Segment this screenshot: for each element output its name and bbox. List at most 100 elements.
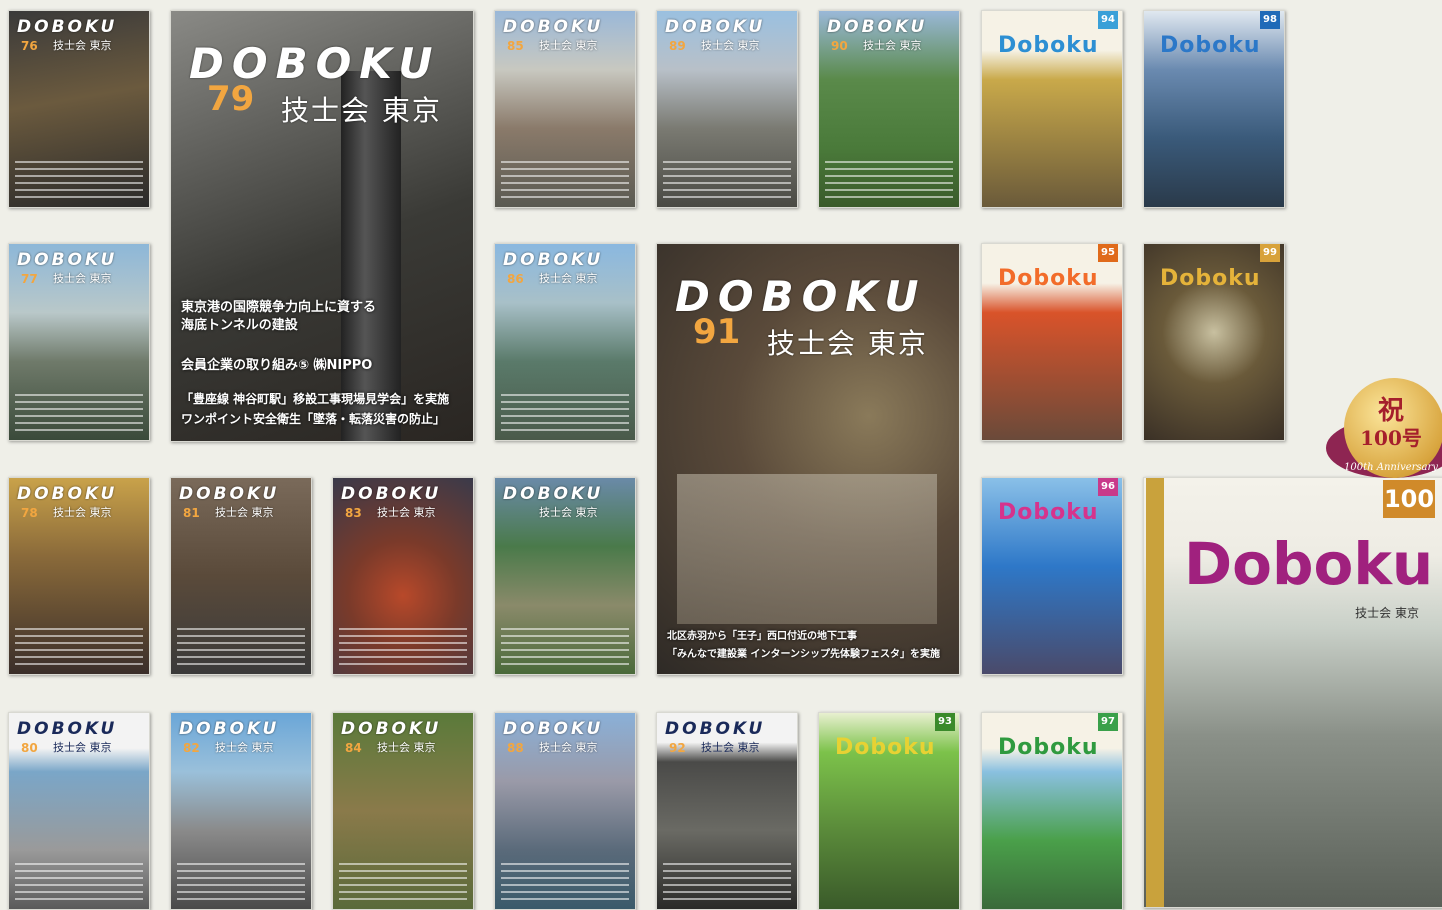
magazine-title: DOBOKU: [179, 484, 280, 504]
issue-number-tag: 95: [1098, 244, 1118, 262]
headline-1: 北区赤羽から「王子」西口付近の地下工事: [667, 631, 857, 642]
issue-number: 89: [669, 39, 686, 53]
issue-number: 90: [831, 39, 848, 53]
issue-number: 91: [693, 312, 741, 352]
magazine-subtitle: 技士会 東京: [53, 39, 112, 52]
magazine-subtitle: 技士会 東京: [701, 741, 760, 754]
magazine-subtitle: 技士会 東京: [281, 94, 442, 127]
issue-number: 83: [345, 506, 362, 520]
cover-issue-79[interactable]: DOBOKU 79 技士会 東京 東京港の国際競争力向上に資する 海底トンネルの…: [170, 10, 474, 442]
issue-number: 80: [21, 741, 38, 755]
magazine-title: DOBOKU: [179, 719, 280, 739]
magazine-title: DOBOKU: [341, 484, 442, 504]
magazine-title: DOBOKU: [17, 484, 118, 504]
anniversary-medal: 祝 100号 100th Anniversary: [1326, 378, 1442, 493]
headline-block: [339, 628, 467, 668]
tunnel-wall: [677, 474, 937, 624]
magazine-subtitle: 技士会 東京: [1355, 606, 1419, 620]
headline-block: [663, 161, 791, 201]
headline-block: [15, 863, 143, 903]
headline-2: 「みんなで建設業 インターンシップ先体験フェスタ」を実施: [667, 649, 940, 660]
issue-number: 84: [345, 741, 362, 755]
magazine-title: Doboku: [998, 266, 1099, 291]
magazine-title: DOBOKU: [827, 17, 928, 37]
cover-issue-91[interactable]: DOBOKU 91 技士会 東京 北区赤羽から「王子」西口付近の地下工事 「みん…: [656, 243, 960, 675]
issue-number: 79: [207, 79, 255, 119]
cover-issue-80[interactable]: DOBOKU 80 技士会 東京: [8, 712, 150, 910]
issue-number: 85: [507, 39, 524, 53]
headline-3: 会員企業の取り組み⑤ ㈱NIPPO: [181, 358, 373, 373]
cover-issue-93[interactable]: 93 Doboku: [818, 712, 960, 910]
magazine-title: Doboku: [998, 33, 1099, 58]
magazine-title: Doboku: [1160, 33, 1261, 58]
cover-issue-100[interactable]: Doboku 技士会 東京 100: [1143, 477, 1442, 908]
issue-number: 78: [21, 506, 38, 520]
magazine-subtitle: 技士会 東京: [53, 741, 112, 754]
magazine-title: DOBOKU: [665, 719, 766, 739]
cover-issue-98[interactable]: 98 Doboku: [1143, 10, 1285, 208]
magazine-subtitle: 技士会 東京: [215, 506, 274, 519]
issue-number: 92: [669, 741, 686, 755]
issue-number: 88: [507, 741, 524, 755]
cover-issue-95[interactable]: 95 Doboku: [981, 243, 1123, 441]
cover-issue-96[interactable]: 96 Doboku: [981, 477, 1123, 675]
issue-number-tag: 99: [1260, 244, 1280, 262]
cover-issue-85[interactable]: DOBOKU 85 技士会 東京: [494, 10, 636, 208]
cover-issue-82[interactable]: DOBOKU 82 技士会 東京: [170, 712, 312, 910]
cover-issue-81[interactable]: DOBOKU 81 技士会 東京: [170, 477, 312, 675]
magazine-subtitle: 技士会 東京: [53, 506, 112, 519]
cover-issue-94[interactable]: 94 Doboku: [981, 10, 1123, 208]
magazine-subtitle: 技士会 東京: [767, 327, 928, 360]
magazine-title: Doboku: [1160, 266, 1261, 291]
magazine-subtitle: 技士会 東京: [215, 741, 274, 754]
headline-2: 海底トンネルの建設: [181, 318, 298, 333]
cover-issue-97[interactable]: 97 Doboku: [981, 712, 1123, 910]
cover-issue-92[interactable]: DOBOKU 92 技士会 東京: [656, 712, 798, 910]
magazine-title: DOBOKU: [341, 719, 442, 739]
magazine-title: DOBOKU: [665, 17, 766, 37]
magazine-subtitle: 技士会 東京: [539, 39, 598, 52]
medal-text-issue: 100号: [1360, 426, 1422, 450]
cover-issue-88[interactable]: DOBOKU 88 技士会 東京: [494, 712, 636, 910]
headline-block: [15, 628, 143, 668]
headline-1: 東京港の国際競争力向上に資する: [181, 300, 377, 315]
magazine-title: Doboku: [835, 735, 936, 760]
magazine-title: Doboku: [998, 735, 1099, 760]
magazine-subtitle: 技士会 東京: [377, 506, 436, 519]
magazine-title: DOBOKU: [17, 719, 118, 739]
medal-text-anniversary: 100th Anniversary: [1344, 462, 1438, 473]
cover-issue-76[interactable]: DOBOKU 76 技士会 東京: [8, 10, 150, 208]
headline-5: ワンポイント安全衛生「墜落・転落災害の防止」: [181, 412, 446, 426]
headline-block: [501, 863, 629, 903]
magazine-title: DOBOKU: [503, 17, 604, 37]
cover-issue-84[interactable]: DOBOKU 84 技士会 東京: [332, 712, 474, 910]
magazine-title: DOBOKU: [17, 250, 118, 270]
cover-issue-78[interactable]: DOBOKU 78 技士会 東京: [8, 477, 150, 675]
magazine-title: DOBOKU: [503, 484, 604, 504]
issue-number-tag: 96: [1098, 478, 1118, 496]
magazine-subtitle: 技士会 東京: [539, 741, 598, 754]
issue-number-tag: 94: [1098, 11, 1118, 29]
headline-block: [501, 394, 629, 434]
cover-issue-86[interactable]: DOBOKU 86 技士会 東京: [494, 243, 636, 441]
headline-block: [663, 863, 791, 903]
magazine-title: DOBOKU: [503, 250, 604, 270]
headline-block: [15, 394, 143, 434]
magazine-subtitle: 技士会 東京: [53, 272, 112, 285]
headline-block: [501, 628, 629, 668]
headline-block: [825, 161, 953, 201]
cover-issue-83[interactable]: DOBOKU 83 技士会 東京: [332, 477, 474, 675]
cover-issue-89[interactable]: DOBOKU 89 技士会 東京: [656, 10, 798, 208]
headline-block: [177, 628, 305, 668]
issue-number: 82: [183, 741, 200, 755]
headline-4: 「豊座線 神谷町駅」移設工事現場見学会」を実施: [181, 392, 450, 406]
headline-block: [177, 863, 305, 903]
headline-block: [501, 161, 629, 201]
cover-issue-99[interactable]: 99 Doboku: [1143, 243, 1285, 441]
cover-issue-90[interactable]: DOBOKU 90 技士会 東京: [818, 10, 960, 208]
headline-block: [15, 161, 143, 201]
magazine-subtitle: 技士会 東京: [539, 506, 598, 519]
issue-number-tag: 98: [1260, 11, 1280, 29]
cover-issue-87[interactable]: DOBOKU 技士会 東京: [494, 477, 636, 675]
cover-issue-77[interactable]: DOBOKU 77 技士会 東京: [8, 243, 150, 441]
